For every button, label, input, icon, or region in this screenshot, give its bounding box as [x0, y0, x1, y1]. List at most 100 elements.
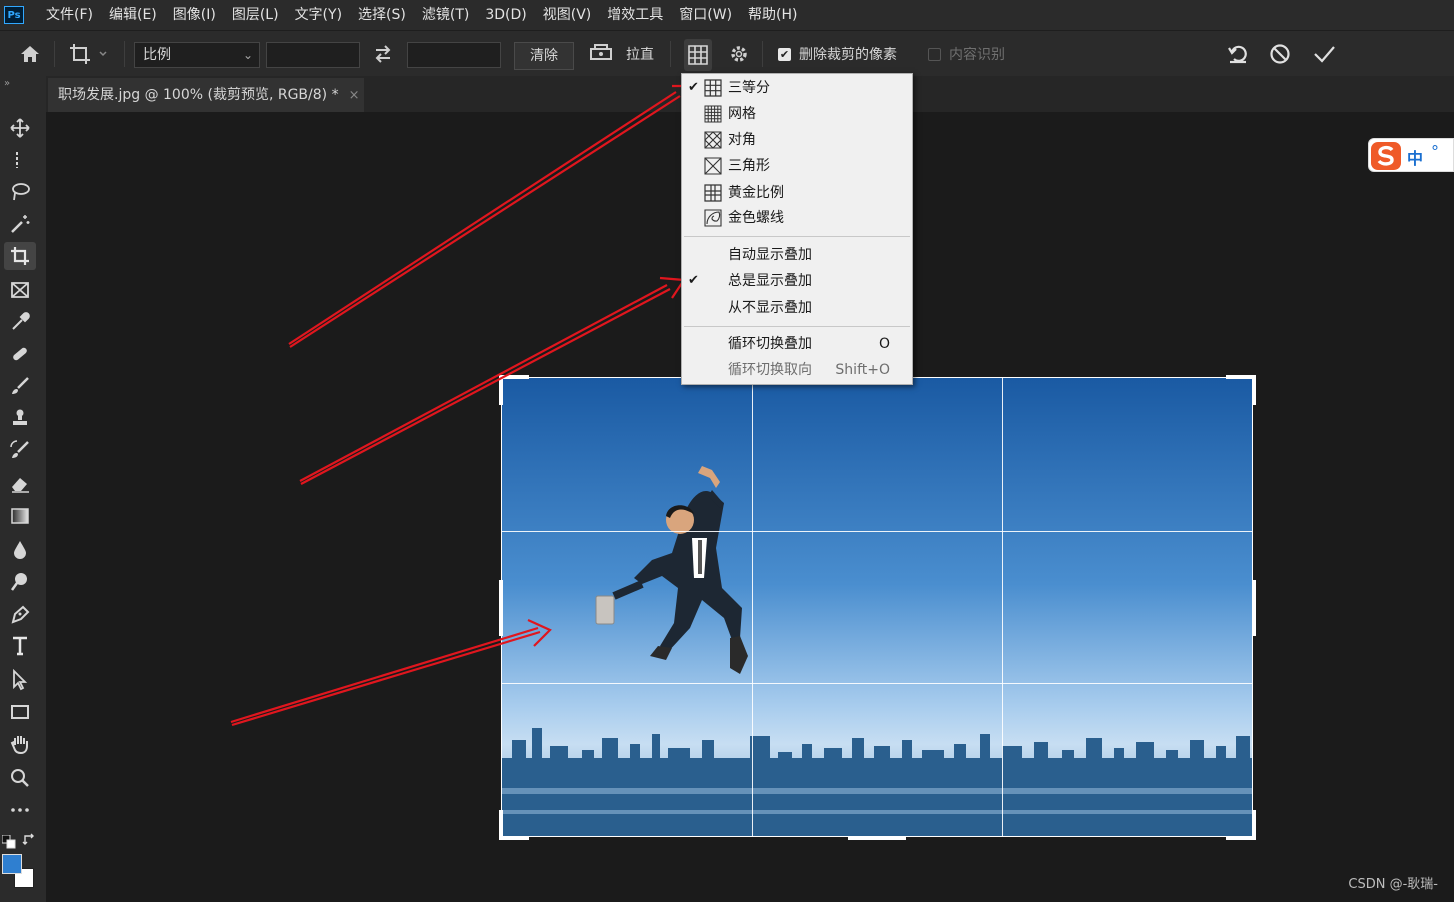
grid-icon — [704, 105, 722, 123]
rectangle-tool-icon[interactable] — [4, 698, 36, 726]
frame-tool-icon[interactable] — [4, 276, 36, 304]
crop-handle-top-right[interactable] — [1252, 375, 1256, 405]
ratio-select[interactable]: 比例 ⌄ — [134, 42, 260, 68]
menu-bar: Ps 文件(F) 编辑(E) 图像(I) 图层(L) 文字(Y) 选择(S) 滤… — [0, 0, 1454, 30]
menu-layer[interactable]: 图层(L) — [224, 0, 287, 30]
straighten-button[interactable]: 拉直 — [588, 31, 654, 77]
menu-help[interactable]: 帮助(H) — [740, 0, 805, 30]
healing-brush-tool-icon[interactable] — [4, 340, 36, 368]
default-colors-icon[interactable] — [1, 834, 16, 853]
menu-item-diagonal[interactable]: 对角 — [682, 128, 912, 152]
menu-window[interactable]: 窗口(W) — [671, 0, 740, 30]
height-input[interactable] — [407, 42, 501, 68]
path-selection-tool-icon[interactable] — [4, 666, 36, 694]
menu-item-cycle-orientation: 循环切换取向 Shift+O — [682, 358, 912, 382]
stamp-tool-icon[interactable] — [4, 404, 36, 432]
dodge-tool-icon[interactable] — [4, 568, 36, 596]
crop-handle-left[interactable] — [499, 580, 503, 636]
blur-tool-icon[interactable] — [4, 536, 36, 564]
menu-file[interactable]: 文件(F) — [38, 0, 101, 30]
shortcut-label: Shift+O — [835, 362, 890, 378]
document-tab[interactable]: 职场发展.jpg @ 100% (裁剪预览, RGB/8) * × — [48, 78, 364, 112]
document-tab-title: 职场发展.jpg @ 100% (裁剪预览, RGB/8) * — [58, 87, 339, 103]
home-icon[interactable] — [18, 31, 42, 77]
gear-icon[interactable] — [728, 31, 750, 77]
overlay-options-menu: ✔ 三等分 网格 对角 三角形 黄金比例 金色螺线 自动显示叠加 ✔ 总是显示叠… — [681, 73, 913, 385]
pen-tool-icon[interactable] — [4, 600, 36, 628]
tools-panel: » — [0, 76, 46, 902]
eyedropper-tool-icon[interactable] — [4, 308, 36, 336]
menu-3d[interactable]: 3D(D) — [477, 0, 534, 30]
lasso-tool-icon[interactable] — [4, 178, 36, 206]
eraser-tool-icon[interactable] — [4, 470, 36, 498]
menu-item-never-show-overlay[interactable]: 从不显示叠加 — [682, 296, 912, 320]
menu-item-triangle[interactable]: 三角形 — [682, 154, 912, 178]
golden-ratio-icon — [704, 184, 722, 202]
menu-separator — [684, 326, 910, 327]
menu-item-golden-ratio[interactable]: 黄金比例 — [682, 181, 912, 205]
marquee-tool-icon[interactable] — [4, 146, 36, 174]
checkbox-unchecked-icon — [928, 47, 941, 61]
width-input[interactable] — [266, 42, 360, 68]
swap-colors-icon[interactable] — [22, 832, 36, 851]
menu-item-always-show-overlay[interactable]: ✔ 总是显示叠加 — [682, 269, 912, 293]
delete-cropped-pixels-checkbox[interactable]: ✔ 删除裁剪的像素 — [778, 31, 897, 77]
crop-border[interactable] — [501, 377, 1253, 837]
triangle-icon — [704, 157, 722, 175]
menu-filter[interactable]: 滤镜(T) — [414, 0, 477, 30]
menu-edit[interactable]: 编辑(E) — [101, 0, 165, 30]
thirds-grid-icon — [704, 79, 722, 97]
menu-view[interactable]: 视图(V) — [535, 0, 600, 30]
move-tool-icon[interactable] — [4, 114, 36, 142]
type-tool-icon[interactable] — [4, 632, 36, 660]
menu-plugins[interactable]: 增效工具 — [599, 0, 671, 30]
history-brush-tool-icon[interactable] — [4, 436, 36, 464]
separator — [54, 41, 55, 67]
cancel-icon[interactable] — [1268, 31, 1292, 77]
golden-spiral-icon — [704, 209, 722, 227]
crop-tool-icon[interactable] — [4, 242, 36, 270]
menu-item-grid[interactable]: 网格 — [682, 102, 912, 126]
menu-separator — [684, 236, 910, 237]
zoom-tool-icon[interactable] — [4, 764, 36, 792]
gradient-tool-icon[interactable] — [4, 502, 36, 530]
clear-button[interactable]: 清除 — [514, 42, 574, 70]
hand-tool-icon[interactable] — [4, 730, 36, 758]
reset-icon[interactable] — [1226, 31, 1250, 77]
more-tools-icon[interactable] — [4, 796, 36, 824]
shortcut-label: O — [878, 336, 890, 352]
crop-handle-right[interactable] — [1252, 580, 1256, 636]
crop-handle-bottom[interactable] — [848, 836, 906, 840]
swap-icon[interactable] — [372, 31, 394, 77]
content-aware-checkbox[interactable]: 内容识别 — [928, 31, 1005, 77]
menu-item-cycle-overlay[interactable]: 循环切换叠加 O — [682, 332, 912, 356]
checkmark-icon: ✔ — [688, 80, 699, 95]
menu-image[interactable]: 图像(I) — [165, 0, 224, 30]
menu-type[interactable]: 文字(Y) — [287, 0, 350, 30]
brush-tool-icon[interactable] — [4, 372, 36, 400]
content-aware-label: 内容识别 — [949, 47, 1005, 63]
separator — [762, 41, 763, 67]
ime-indicator[interactable]: 中 ° — [1368, 138, 1454, 172]
magic-wand-tool-icon[interactable] — [4, 210, 36, 238]
checkmark-icon: ✔ — [688, 273, 699, 288]
menu-select[interactable]: 选择(S) — [350, 0, 414, 30]
crop-handle-top-left[interactable] — [499, 375, 529, 379]
expand-panel-icon[interactable]: » — [4, 78, 10, 89]
crop-handle-bottom-left[interactable] — [499, 836, 529, 840]
crop-handle-bottom-right[interactable] — [1252, 810, 1256, 840]
menu-item-auto-show-overlay[interactable]: 自动显示叠加 — [682, 243, 912, 267]
menu-item-thirds[interactable]: ✔ 三等分 — [682, 76, 912, 100]
commit-check-icon[interactable] — [1312, 31, 1336, 77]
crop-tool-preset-icon[interactable] — [68, 31, 108, 77]
menu-item-golden-spiral[interactable]: 金色螺线 — [682, 206, 912, 230]
close-icon[interactable]: × — [349, 88, 360, 103]
crop-handle-bottom-left[interactable] — [499, 810, 503, 840]
watermark: CSDN @-耿瑞- — [1348, 877, 1438, 892]
foreground-color-swatch[interactable] — [2, 854, 22, 874]
options-bar: 比例 ⌄ 清除 拉直 ✔ 删除裁剪的像素 内容识别 — [0, 30, 1454, 76]
overlay-options-button[interactable] — [684, 39, 712, 71]
ime-punct-icon: ° — [1431, 142, 1439, 161]
crop-handle-top-left[interactable] — [499, 375, 503, 405]
separator — [124, 41, 125, 67]
